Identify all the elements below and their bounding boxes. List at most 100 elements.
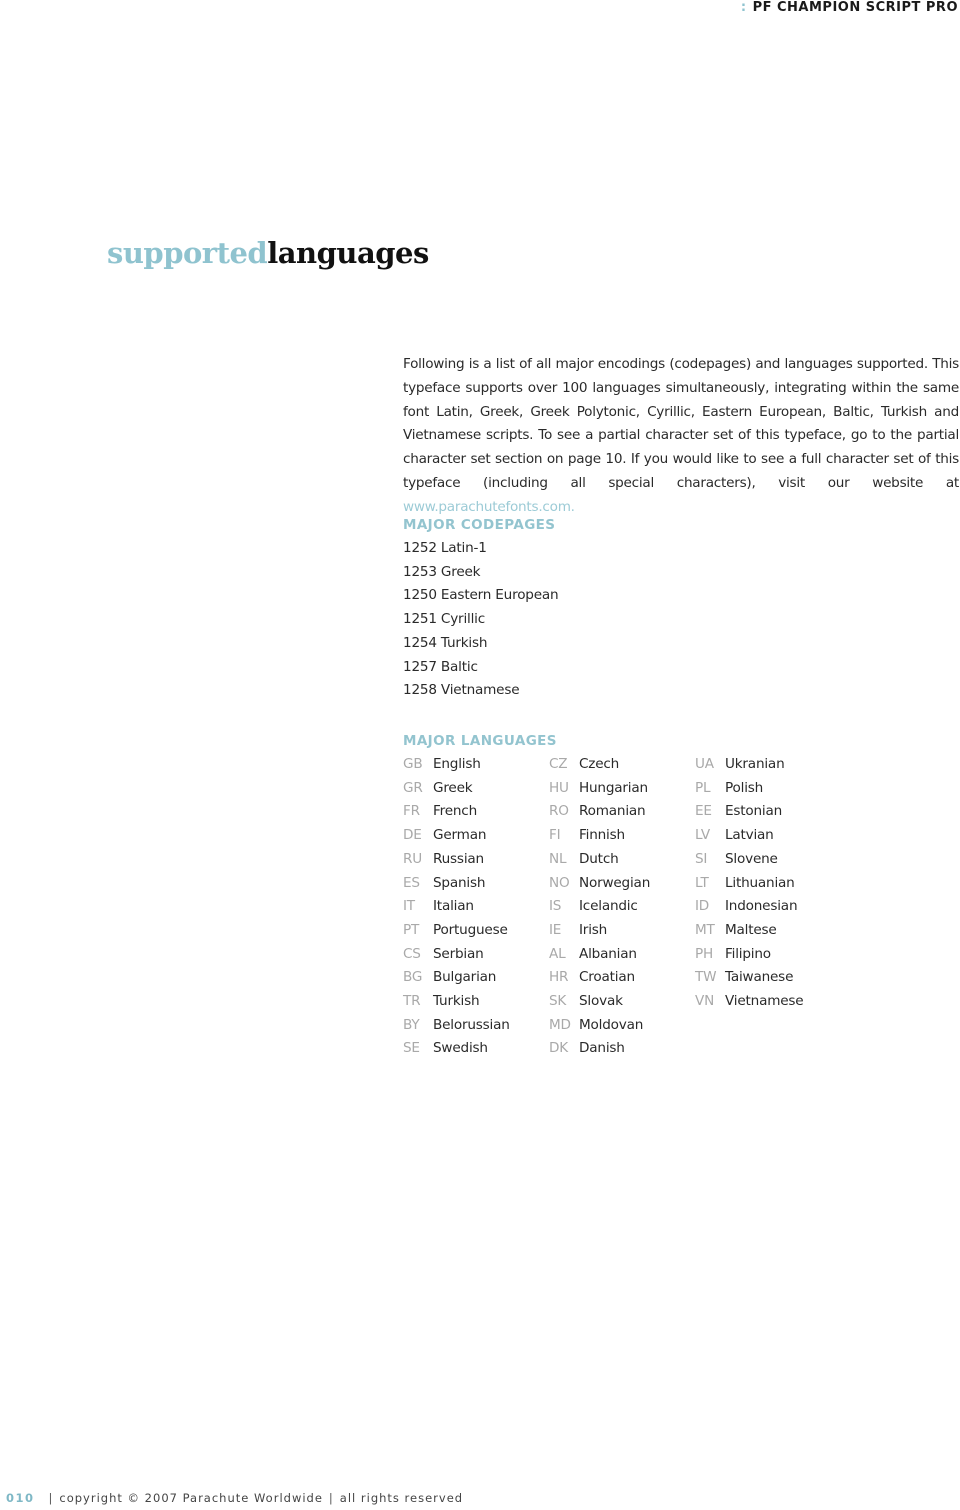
language-row: RO Romanian xyxy=(549,800,695,824)
language-code: PH xyxy=(695,945,714,962)
language-row: GB English xyxy=(403,753,549,777)
language-code: NO xyxy=(549,874,570,891)
language-row: UA Ukranian xyxy=(695,753,841,777)
language-name: Slovak xyxy=(579,993,623,1010)
language-name: Turkish xyxy=(433,993,480,1010)
language-name: Belorussian xyxy=(433,1016,510,1033)
language-name: Ukranian xyxy=(725,756,785,772)
language-row: HR Croatian xyxy=(549,966,695,990)
website-link[interactable]: www.parachutefonts.com. xyxy=(403,499,575,515)
language-name: Indonesian xyxy=(725,898,798,915)
language-name: Croatian xyxy=(579,969,635,986)
language-code: IS xyxy=(549,898,562,915)
language-code: MD xyxy=(549,1016,571,1033)
language-row: DK Danish xyxy=(549,1037,695,1061)
colon-dots-icon: : xyxy=(740,0,747,15)
language-name: Estonian xyxy=(725,803,783,820)
footer: 010 | copyright © 2007 Parachute Worldwi… xyxy=(6,1491,463,1505)
language-code: AL xyxy=(549,945,566,962)
language-code: FI xyxy=(549,827,561,844)
language-name: Greek xyxy=(433,779,473,796)
title-accent: supported xyxy=(107,236,268,270)
language-code: FR xyxy=(403,803,420,820)
codepage-item: 1252 Latin-1 xyxy=(403,540,487,556)
language-row: CS Serbian xyxy=(403,943,549,967)
language-code: DE xyxy=(403,827,422,844)
language-row: BG Bulgarian xyxy=(403,966,549,990)
language-code: UA xyxy=(695,756,714,772)
codepage-item: 1258 Vietnamese xyxy=(403,682,520,699)
language-name: Taiwanese xyxy=(725,969,794,986)
title-main: languages xyxy=(267,236,429,270)
language-name: English xyxy=(433,756,481,772)
language-code: ID xyxy=(695,898,710,915)
language-name: Albanian xyxy=(579,945,637,962)
language-code: GB xyxy=(403,756,423,772)
language-row: IS Icelandic xyxy=(549,895,695,919)
language-code: DK xyxy=(549,1040,568,1057)
language-code: BY xyxy=(403,1016,420,1033)
language-row: PL Polish xyxy=(695,777,841,801)
codepage-item: 1254 Turkish xyxy=(403,634,488,651)
copyright-text: copyright © 2007 Parachute Worldwide xyxy=(59,1491,323,1505)
language-code: SI xyxy=(695,850,708,867)
language-row: PT Portuguese xyxy=(403,919,549,943)
language-name: Hungarian xyxy=(579,779,648,796)
footer-separator: | xyxy=(48,1491,54,1505)
codepage-item: 1250 Eastern European xyxy=(403,587,559,604)
language-code: TR xyxy=(403,993,421,1010)
language-code: HU xyxy=(549,779,569,796)
language-name: Slovene xyxy=(725,850,778,867)
language-code: SE xyxy=(403,1040,420,1057)
language-name: Latvian xyxy=(725,827,774,844)
language-column: CZ Czech HU Hungarian RO Romanian FI Finnish NL D… xyxy=(549,753,695,1061)
language-name: Moldovan xyxy=(579,1016,644,1033)
language-code: LT xyxy=(695,874,709,891)
language-row: SI Slovene xyxy=(695,848,841,872)
language-name: Bulgarian xyxy=(433,969,497,986)
language-row: SE Swedish xyxy=(403,1037,549,1061)
language-row: PH Filipino xyxy=(695,943,841,967)
intro-text: Following is a list of all major encodin… xyxy=(403,356,959,491)
language-row: FR French xyxy=(403,800,549,824)
language-code: IT xyxy=(403,898,415,915)
language-row: ID Indonesian xyxy=(695,895,841,919)
language-name: Irish xyxy=(579,921,608,938)
language-row: GR Greek xyxy=(403,777,549,801)
language-row: ES Spanish xyxy=(403,872,549,896)
language-row: EE Estonian xyxy=(695,800,841,824)
language-row: LV Latvian xyxy=(695,824,841,848)
language-code: EE xyxy=(695,803,712,820)
language-name: French xyxy=(433,803,477,820)
codepage-item: 1253 Greek xyxy=(403,563,481,580)
language-row: DE German xyxy=(403,824,549,848)
codepages-section: MAJOR CODEPAGES 1252 Latin-1 1253 Greek 12… xyxy=(403,517,559,703)
language-name: German xyxy=(433,827,487,844)
language-code: GR xyxy=(403,779,423,796)
language-code: RO xyxy=(549,803,569,820)
language-row: RU Russian xyxy=(403,848,549,872)
language-row: TW Taiwanese xyxy=(695,966,841,990)
language-row: IE Irish xyxy=(549,919,695,943)
language-code: HR xyxy=(549,969,569,986)
language-name: Dutch xyxy=(579,850,619,867)
codepage-item: 1257 Baltic xyxy=(403,658,478,675)
languages-section: MAJOR LANGUAGES GB English GR Greek FR French… xyxy=(403,733,841,1061)
languages-grid: GB English GR Greek FR French DE German RU Russia… xyxy=(403,753,841,1061)
language-name: Serbian xyxy=(433,945,484,962)
language-name: Finnish xyxy=(579,827,625,844)
language-row: HU Hungarian xyxy=(549,777,695,801)
language-name: Swedish xyxy=(433,1040,488,1057)
language-name: Danish xyxy=(579,1040,625,1057)
language-code: PL xyxy=(695,779,711,796)
language-name: Romanian xyxy=(579,803,646,820)
language-column: UA Ukranian PL Polish EE Estonian LV Latvian SI S… xyxy=(695,753,841,1061)
language-row: NO Norwegian xyxy=(549,872,695,896)
language-name: Czech xyxy=(579,756,620,772)
language-code: TW xyxy=(695,969,717,986)
language-code: IE xyxy=(549,921,562,938)
language-code: CZ xyxy=(549,756,568,772)
language-row: FI Finnish xyxy=(549,824,695,848)
language-code: BG xyxy=(403,969,423,986)
language-name: Filipino xyxy=(725,945,771,962)
